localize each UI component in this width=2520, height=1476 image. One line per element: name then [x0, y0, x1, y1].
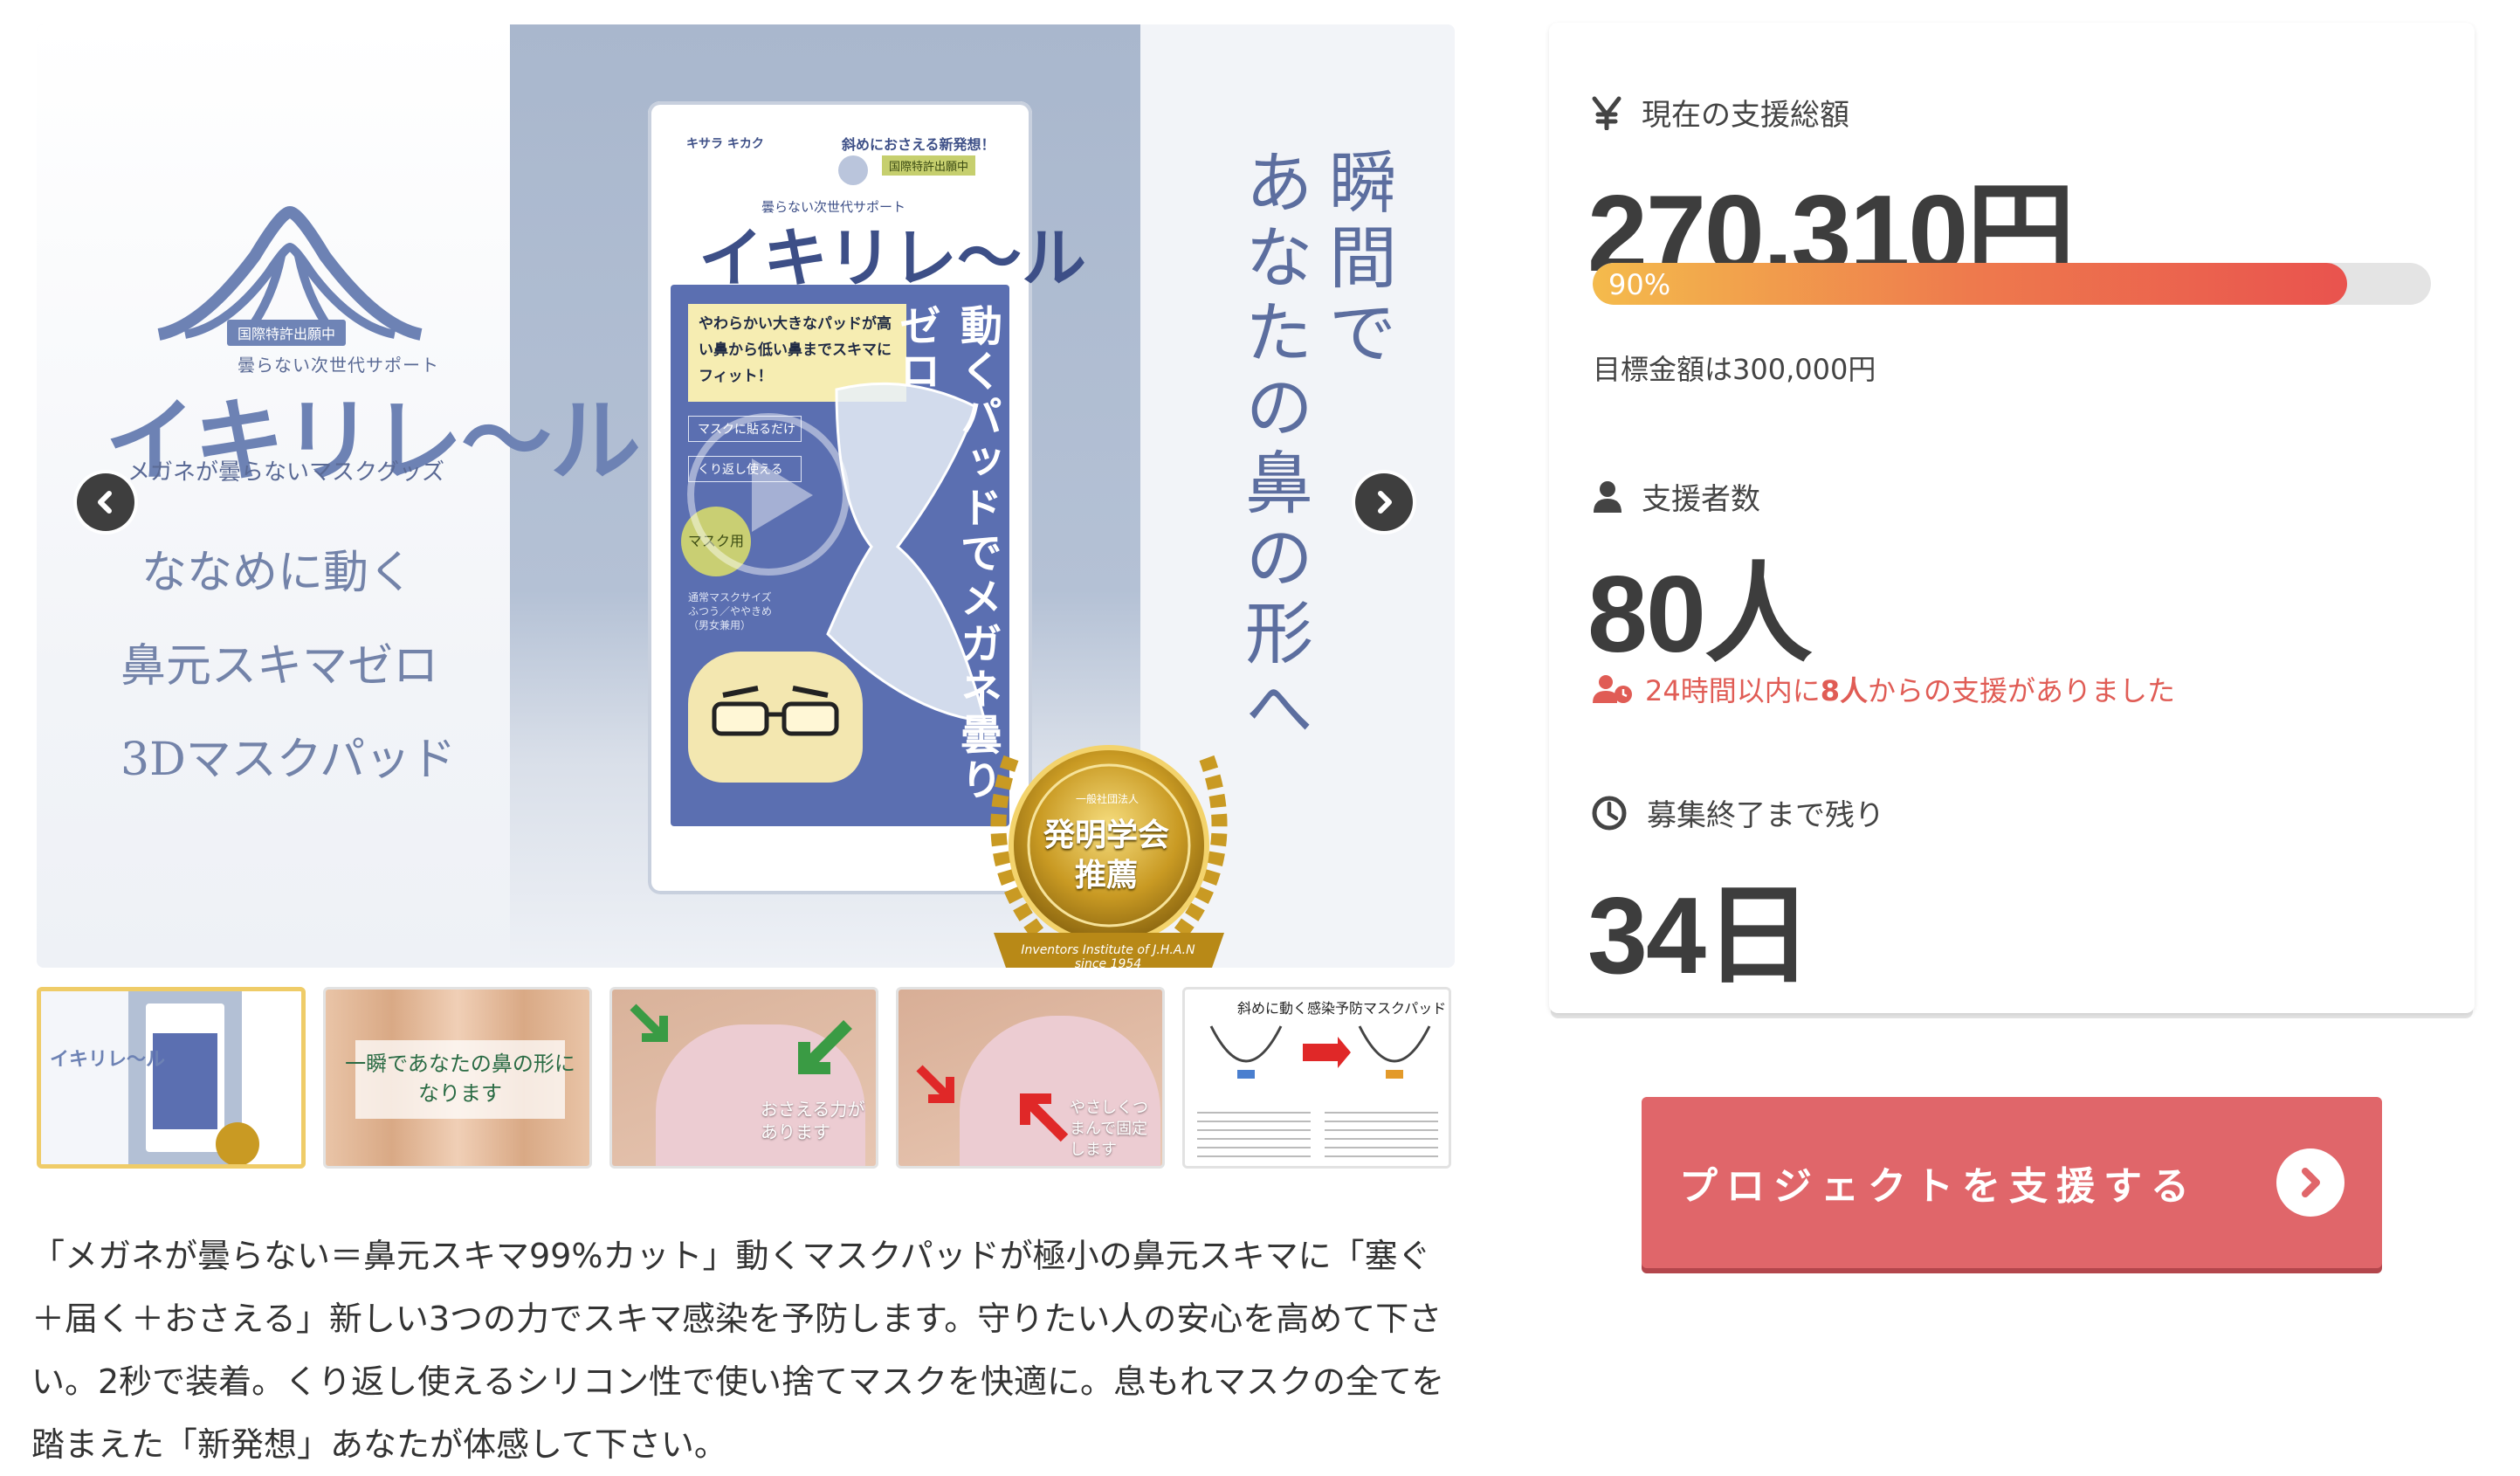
recent-suffix: からの支援がありました: [1868, 674, 2176, 707]
glasses-face-icon: [688, 652, 863, 783]
green-arrow-icon: [798, 1020, 852, 1074]
thumbnail-2[interactable]: 一瞬であなたの鼻の形になります: [323, 987, 592, 1169]
headline-line: あなたの鼻の形へ: [1234, 147, 1312, 748]
remaining-days: 34日: [1587, 876, 1813, 997]
thumbnail-label: おさえる力があります: [761, 1099, 865, 1142]
thumbnail-4[interactable]: やさしくつまんで固定します: [896, 987, 1165, 1169]
goal-amount: 目標金額は300,000円: [1593, 353, 1876, 386]
chevron-left-icon: [98, 491, 112, 514]
project-description: 「メガネが曇らない＝鼻元スキマ99%カット」動くマスクパッドが極小の鼻元スキマに…: [31, 1237, 1445, 1464]
main-product-image[interactable]: 国際特許出願中 曇らない次世代サポート イキリレ〜ル メガネが曇らないマスクグッ…: [37, 24, 1455, 968]
clock-icon: [1592, 796, 1627, 830]
medal-top-text: 一般社団法人: [1075, 793, 1139, 805]
medal-text: 発明学会 推薦: [1041, 815, 1172, 895]
thumbnail-5[interactable]: 斜めに動く感染予防マスクパッド: [1182, 987, 1451, 1169]
copy-line: 3Dマスクパッド: [120, 734, 457, 786]
package-specs: 通常マスクサイズ ふつう／ややきめ （男女兼用）: [688, 591, 773, 631]
support-project-button[interactable]: プロジェクトを支援する: [1642, 1097, 2382, 1268]
medal-ribbon-text: Inventors Institute of J.H.A.N since 195…: [1021, 943, 1195, 968]
green-arrow-icon: [630, 1004, 668, 1042]
copy-line: ななめに動く: [141, 547, 414, 599]
backers-count: 80人: [1587, 555, 1813, 675]
recent-count: 8人: [1820, 674, 1869, 707]
medal-text-line: 推薦: [1074, 857, 1138, 893]
carousel-next-button[interactable]: [1355, 473, 1413, 531]
remaining-label-row: 募集終了まで残り: [1591, 791, 1884, 834]
funding-progress-label: 90%: [1608, 268, 1671, 301]
chevron-right-icon: [1378, 491, 1392, 514]
medal-text-line: 発明学会: [1043, 817, 1169, 853]
thumbnail-label: 一瞬であなたの鼻の形になります: [345, 1052, 575, 1106]
thumbnail-label: やさしくつまんで固定します: [1070, 1099, 1148, 1159]
recent-prefix: 24時間以内に: [1645, 674, 1821, 707]
package-patent-tag: 国際特許出願中: [882, 155, 976, 176]
funding-progress-bar: 90%: [1593, 263, 2431, 305]
headline-line: 瞬間で: [1318, 147, 1396, 372]
backers-label: 支援者数: [1642, 482, 1760, 517]
diagram-icon: [1209, 1025, 1431, 1079]
thumbnail-label: 斜めに動く感染予防マスクパッド: [1237, 1000, 1447, 1017]
package-dot: [838, 155, 868, 185]
video-play-icon[interactable]: [687, 413, 850, 576]
support-button-label: プロジェクトを支援する: [1679, 1164, 2198, 1209]
user-icon: [1594, 480, 1621, 513]
funding-progress-fill: [1593, 263, 2347, 305]
user-clock-icon: [1593, 675, 1632, 703]
backers-label-row: 支援者数: [1593, 475, 1760, 518]
brand-tagline: メガネが曇らないマスクグッズ: [127, 459, 444, 486]
copy-line: 鼻元スキマゼロ: [120, 640, 439, 693]
thumbnail-label: イキリレ〜ル: [50, 1049, 166, 1071]
total-label: 現在の支援総額: [1642, 98, 1849, 133]
yen-icon: [1592, 96, 1621, 130]
chevron-right-circle-icon: [2276, 1148, 2344, 1217]
red-arrow-icon: [1020, 1093, 1069, 1142]
patent-tag: 国際特許出願中: [227, 320, 347, 346]
thumbnail-strip: イキリレ〜ル 一瞬であなたの鼻の形になります おさえる力があります やさしくつま…: [37, 987, 1455, 1170]
thumbnail-3[interactable]: おさえる力があります: [609, 987, 878, 1169]
recent-backers-note: 24時間以内に8人からの支援がありました: [1593, 669, 2175, 709]
carousel-prev-button[interactable]: [77, 473, 134, 531]
package-lead: 斜めにおさえる新発想！: [842, 136, 995, 153]
thumbnail-1[interactable]: イキリレ〜ル: [37, 987, 306, 1169]
copy-lines: ななめに動く 鼻元スキマゼロ 3Dマスクパッド: [120, 535, 457, 816]
stats-card: 現在の支援総額 270,310円 90% 目標金額は300,000円 支援者数 …: [1549, 23, 2475, 1013]
red-arrow-icon: [916, 1065, 954, 1103]
total-label-row: 現在の支援総額: [1591, 91, 1849, 134]
package-maker: キサラ キカク: [686, 137, 764, 151]
remaining-label: 募集終了まで残り: [1647, 798, 1884, 833]
